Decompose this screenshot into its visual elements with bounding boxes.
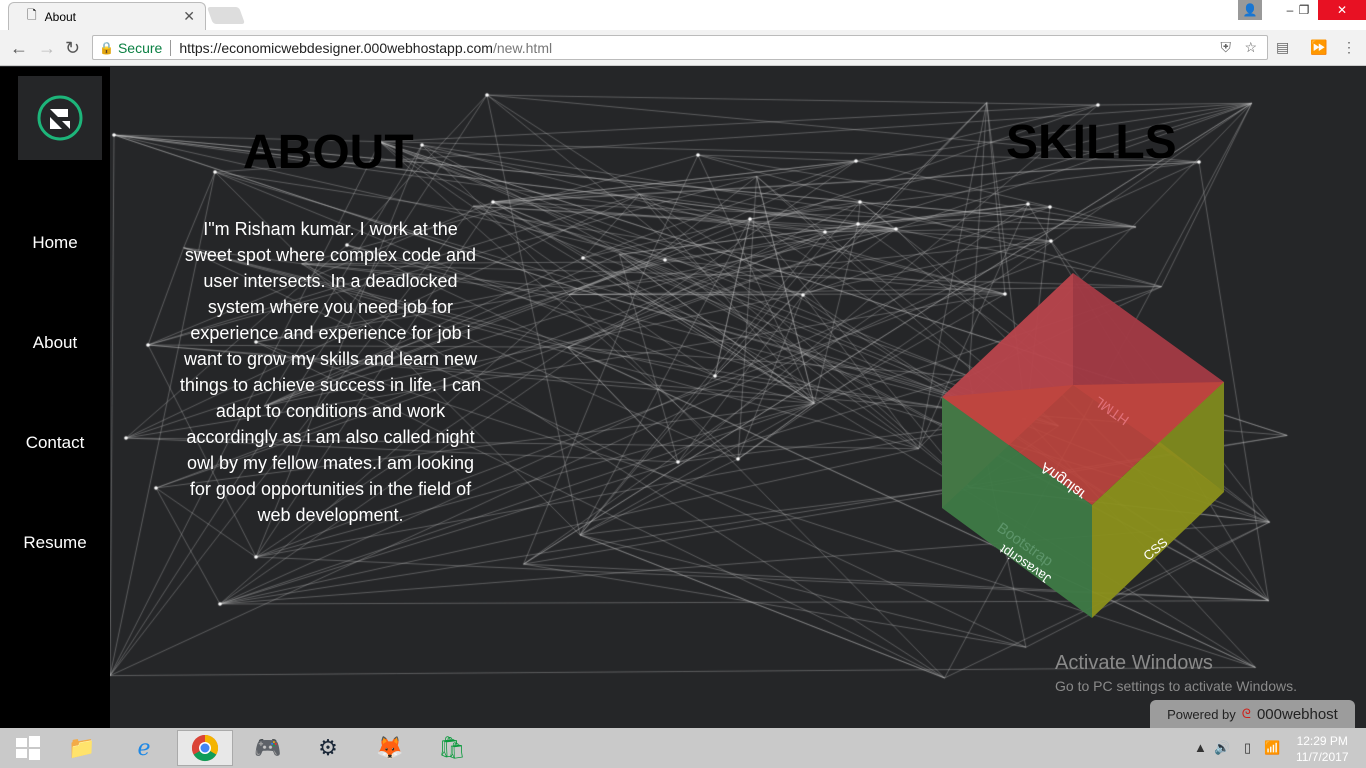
logo-icon — [37, 95, 83, 141]
url-host: https://economicwebdesigner.000webhostap… — [179, 39, 493, 56]
powered-by-badge[interactable]: Powered by ᘓ 000webhost — [1150, 700, 1355, 728]
url-path: /new.html — [492, 39, 553, 56]
sidebar: Home About Contact Resume — [0, 67, 110, 728]
close-tab-icon[interactable]: ✕ — [183, 8, 195, 25]
page-icon: 🗋 — [27, 8, 37, 22]
star-icon[interactable]: ☆ — [1244, 39, 1257, 56]
watermark-title: Activate Windows — [1055, 652, 1213, 674]
watermark-subtitle: Go to PC settings to activate Windows. — [1055, 678, 1297, 694]
counter-strike-icon[interactable]: 🎮 — [240, 730, 296, 766]
about-title: ABOUT — [243, 126, 414, 179]
about-text: I"m Risham kumar. I work at the sweet sp… — [179, 219, 482, 525]
menu-icon[interactable]: ⋮ — [1342, 39, 1356, 56]
extension-icon[interactable]: ⏩ — [1310, 39, 1327, 56]
back-icon[interactable]: ← — [10, 38, 28, 59]
tab-title: About — [44, 9, 77, 24]
file-explorer-icon[interactable]: 📁 — [54, 730, 110, 766]
network-icon[interactable]: 📶 — [1264, 740, 1280, 756]
forward-icon[interactable]: → — [38, 38, 56, 59]
shield-icon[interactable]: ⛨ — [1221, 39, 1232, 56]
logo[interactable] — [18, 76, 102, 160]
sidebar-item-resume[interactable]: Resume — [0, 533, 110, 553]
sidebar-item-contact[interactable]: Contact — [0, 433, 110, 453]
pdf-extension-icon[interactable]: ▤ — [1276, 39, 1289, 56]
store-icon[interactable]: 🛍 — [424, 730, 480, 766]
close-window-button[interactable]: ✕ — [1318, 0, 1366, 20]
show-hidden-icons[interactable]: ▲ — [1194, 740, 1207, 755]
volume-icon[interactable]: 🔊 — [1214, 740, 1230, 756]
tab-bar: 🗋 About ✕ 👤 – ❐ ✕ — [0, 0, 1366, 30]
address-bar[interactable]: 🔒 Secure https://economicwebdesigner.000… — [92, 35, 1268, 60]
skills-title: SKILLS — [1006, 116, 1177, 169]
new-tab-button[interactable] — [206, 7, 246, 24]
date: 11/7/2017 — [1296, 750, 1349, 764]
secure-label[interactable]: Secure — [118, 40, 162, 56]
firefox-icon[interactable]: 🦊 — [362, 730, 418, 766]
tab-about[interactable]: 🗋 About ✕ — [8, 2, 206, 30]
powered-brand: 000webhost — [1256, 705, 1338, 723]
start-button[interactable] — [0, 730, 56, 766]
battery-icon[interactable]: ▯ — [1244, 740, 1251, 756]
sidebar-item-about[interactable]: About — [0, 333, 110, 353]
time: 12:29 PM — [1296, 734, 1348, 748]
lock-icon: 🔒 — [99, 40, 114, 55]
user-icon[interactable]: 👤 — [1238, 0, 1262, 20]
activate-windows-watermark: Activate Windows Go to PC settings to ac… — [1055, 652, 1297, 694]
clock[interactable]: 12:29 PM 11/7/2017 — [1296, 733, 1349, 765]
sidebar-item-home[interactable]: Home — [0, 233, 110, 253]
toolbar: ← → ↻ 🔒 Secure https://economicwebdesign… — [0, 30, 1366, 66]
internet-explorer-icon[interactable]: ℯ — [116, 730, 172, 766]
powered-label: Powered by — [1167, 706, 1236, 722]
taskbar: 📁 ℯ 🎮 ⚙ 🦊 🛍 ▲ 🔊 ▯ 📶 12:29 PM 11/7/2017 — [0, 728, 1366, 768]
chrome-icon[interactable] — [177, 730, 233, 766]
steam-icon[interactable]: ⚙ — [300, 730, 356, 766]
restore-button[interactable]: ❐ — [1290, 0, 1318, 20]
000webhost-logo-icon: ᘓ — [1241, 706, 1251, 721]
reload-icon[interactable]: ↻ — [65, 38, 80, 59]
